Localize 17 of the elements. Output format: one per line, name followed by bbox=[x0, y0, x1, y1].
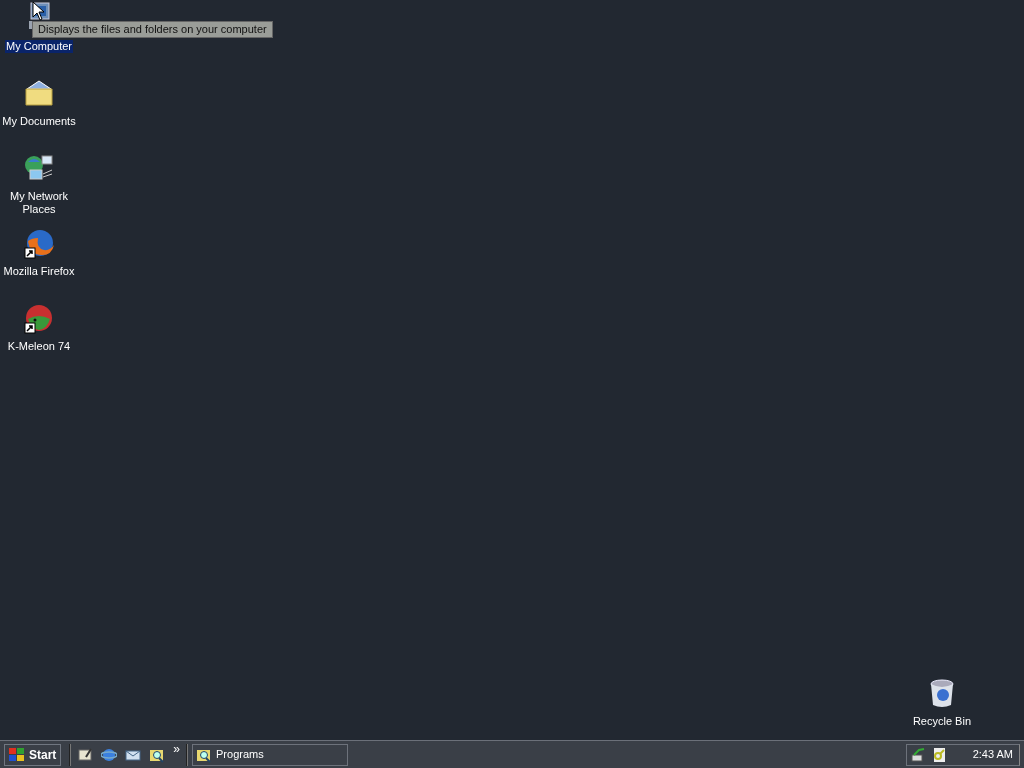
network-icon[interactable] bbox=[910, 746, 927, 763]
icon-label[interactable]: Mozilla Firefox bbox=[2, 265, 76, 278]
globe-icon[interactable] bbox=[23, 227, 55, 259]
start-button[interactable]: Start bbox=[4, 743, 62, 766]
mouse-cursor-icon bbox=[32, 1, 46, 21]
windows-logo-icon bbox=[9, 747, 25, 762]
icon-label[interactable]: My Network Places bbox=[0, 190, 78, 216]
clock: 2:43 AM bbox=[972, 747, 1013, 763]
overflow-chevron[interactable]: » bbox=[171, 743, 183, 755]
icon-label[interactable]: My Computer bbox=[5, 40, 73, 53]
icon-label[interactable]: My Documents bbox=[1, 115, 77, 128]
icon-label[interactable]: Recycle Bin bbox=[911, 715, 972, 728]
taskbar-button[interactable]: Programs bbox=[192, 743, 349, 766]
tooltip: Displays the files and folders on your computer bbox=[32, 21, 273, 38]
browser-icon[interactable] bbox=[99, 746, 120, 763]
chameleon-icon[interactable] bbox=[23, 302, 55, 334]
icon-label[interactable]: K-Meleon 74 bbox=[6, 340, 72, 353]
